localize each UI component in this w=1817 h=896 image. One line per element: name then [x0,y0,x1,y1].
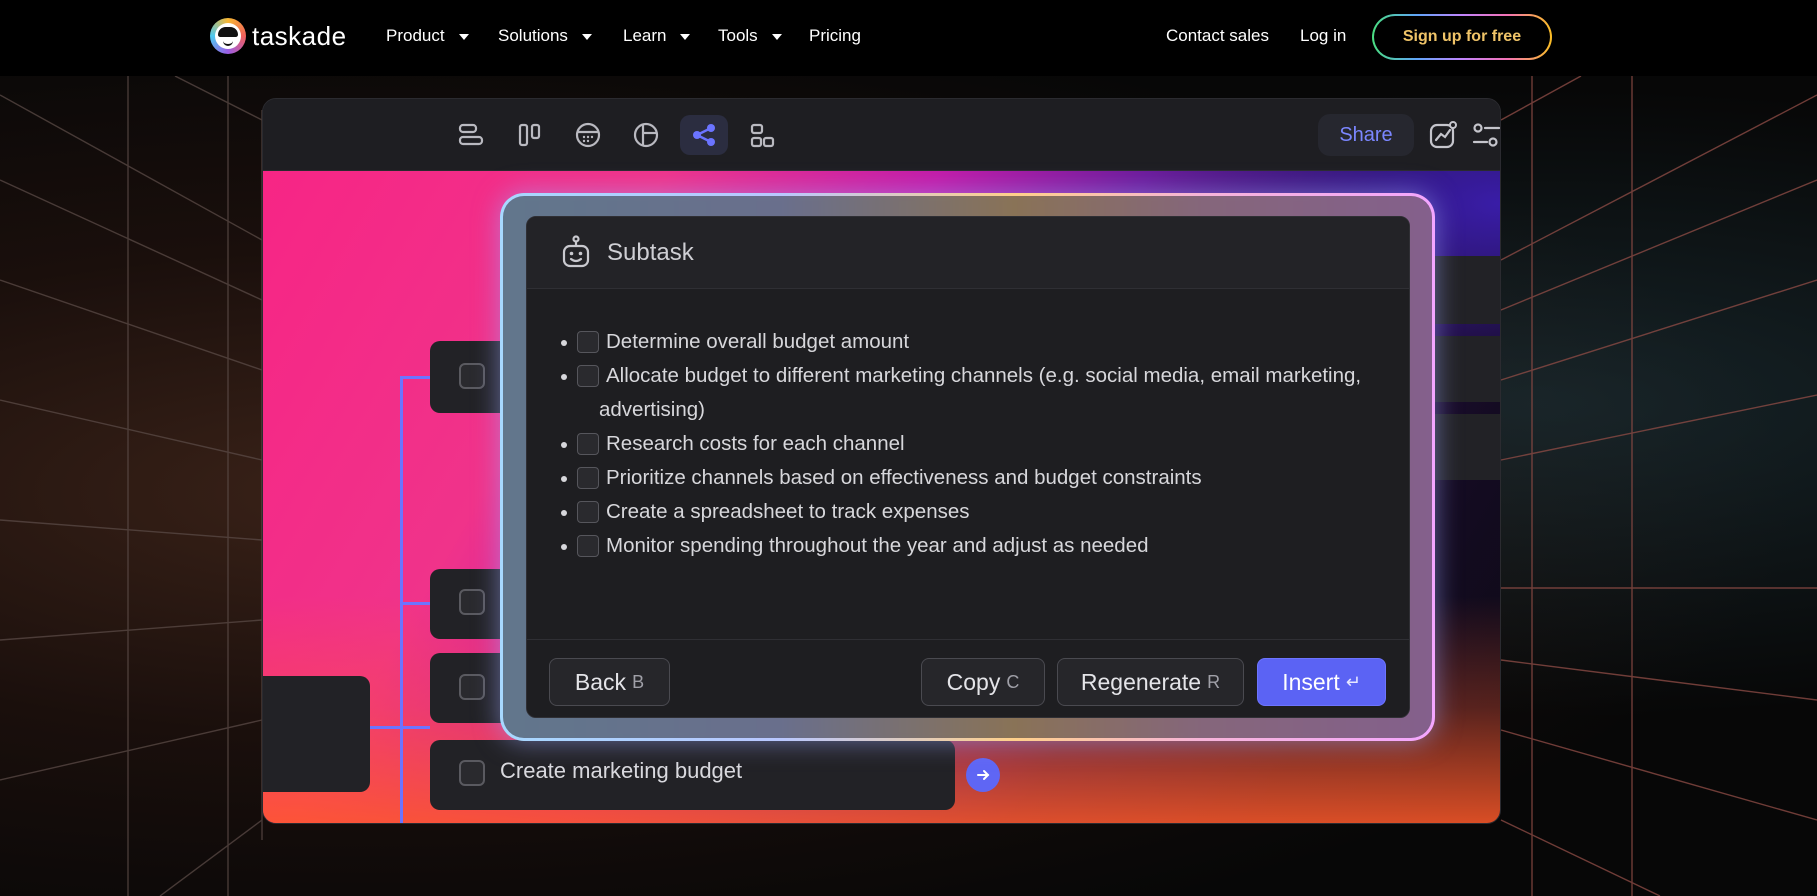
analytics-icon[interactable] [1419,115,1467,155]
subtask-text: Research costs for each channel [606,432,905,455]
copy-label: Copy [946,668,1001,695]
subtask-text: Create a spreadsheet to track expenses [606,500,970,523]
copy-button[interactable]: Copy C [921,658,1045,706]
subtask-checkbox[interactable] [577,331,599,353]
back-label: Back [574,668,627,695]
chevron-down-icon [581,34,592,40]
dialog-footer: Back B Copy C Regenerate R Insert ↵ [527,639,1409,717]
tree-connector [370,726,430,729]
board-view-icon[interactable] [506,115,554,155]
top-navigation: taskade Product Solutions Learn Tools Pr… [0,0,1817,76]
dialog-title: Subtask [607,239,694,266]
mindmap-view-icon[interactable] [680,115,728,155]
copy-shortcut: C [1006,671,1020,692]
list-item: Prioritize channels based on effectivene… [561,461,1377,495]
nav-solutions[interactable]: Solutions [498,26,592,46]
subtask-text: Determine overall budget amount [606,330,910,353]
table-view-icon[interactable] [622,115,670,155]
mindmap-root-node[interactable] [263,676,370,792]
subtask-dialog: Subtask Determine overall budget amount … [526,216,1410,718]
calendar-view-icon[interactable] [564,115,612,155]
list-view-icon[interactable] [447,115,495,155]
taskade-logo[interactable]: taskade [210,18,347,54]
robot-icon [562,235,590,268]
insert-button[interactable]: Insert ↵ [1257,658,1386,706]
back-button[interactable]: Back B [549,658,670,706]
subtask-checkbox[interactable] [577,535,599,557]
nav-learn[interactable]: Learn [623,26,691,46]
nav-solutions-label: Solutions [498,26,568,45]
chevron-down-icon [458,34,469,40]
regenerate-label: Regenerate [1080,668,1202,695]
subtask-checkbox[interactable] [577,365,599,387]
subtask-checkbox[interactable] [577,433,599,455]
nav-pricing-label: Pricing [809,26,861,45]
login-link[interactable]: Log in [1300,26,1346,46]
task-checkbox[interactable] [459,760,485,786]
nav-pricing[interactable]: Pricing [809,26,861,46]
chevron-down-icon [680,34,691,40]
view-toolbar: Share [263,99,1500,171]
nav-product[interactable]: Product [386,26,469,46]
subtask-text: Prioritize channels based on effectivene… [606,466,1202,489]
subtask-checkbox[interactable] [577,467,599,489]
subtask-text: Allocate budget to different marketing c… [599,364,1362,421]
chevron-down-icon [771,34,782,40]
org-chart-view-icon[interactable] [738,115,786,155]
list-item: Determine overall budget amount [561,325,1377,359]
regenerate-button[interactable]: Regenerate R [1057,658,1244,706]
signup-label: Sign up for free [1374,16,1550,58]
enter-key-icon: ↵ [1345,671,1361,692]
dialog-header: Subtask [527,217,1409,289]
tree-connector [400,376,430,379]
nav-tools[interactable]: Tools [718,26,782,46]
list-item: Create a spreadsheet to track expenses [561,495,1377,529]
list-item: Allocate budget to different marketing c… [561,359,1377,427]
tree-connector [400,376,403,823]
list-item: Monitor spending throughout the year and… [561,529,1377,563]
signup-button[interactable]: Sign up for free [1372,14,1552,60]
tree-connector [400,602,430,605]
task-checkbox[interactable] [459,589,485,615]
settings-sliders-icon[interactable] [1471,115,1500,155]
subtask-checkbox[interactable] [577,501,599,523]
share-button[interactable]: Share [1318,114,1414,156]
contact-sales-link[interactable]: Contact sales [1166,26,1269,46]
nav-learn-label: Learn [623,26,667,45]
nav-product-label: Product [386,26,445,45]
task-checkbox[interactable] [459,674,485,700]
back-shortcut: B [632,671,645,692]
nav-tools-label: Tools [718,26,758,45]
brand-name: taskade [252,20,347,51]
list-item: Research costs for each channel [561,427,1377,461]
subtask-text: Monitor spending throughout the year and… [606,534,1149,557]
insert-label: Insert [1282,668,1340,695]
taskade-logo-icon [210,18,246,54]
subtask-list: Determine overall budget amount Allocate… [561,325,1377,563]
regenerate-shortcut: R [1207,671,1221,692]
task-label: Create marketing budget [500,758,743,783]
task-checkbox[interactable] [459,363,485,389]
arrow-right-icon[interactable] [966,758,1000,792]
